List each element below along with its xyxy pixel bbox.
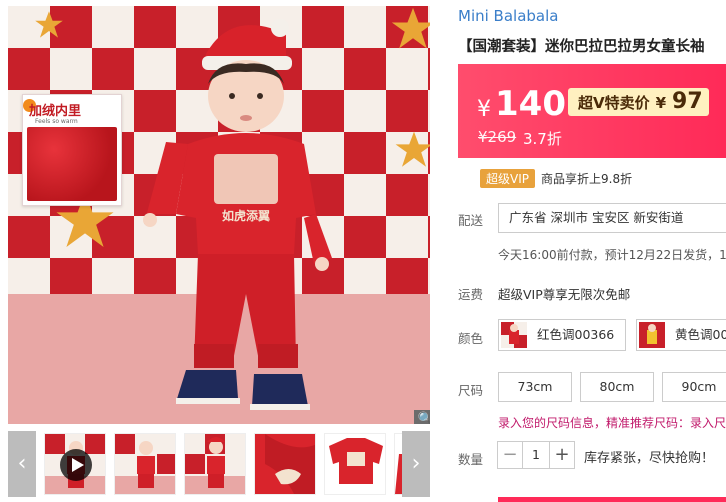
svip-price: 97 (672, 89, 703, 114)
stock-status: 库存紧张，尽快抢购！ (584, 451, 715, 466)
vip-discount-text: 商品享折上9.8折 (541, 172, 633, 186)
size-option[interactable]: 90cm (662, 372, 726, 402)
thumbnails-prev-button[interactable]: ‹ (8, 431, 36, 497)
thumbnail-image (255, 434, 315, 494)
quantity-input[interactable]: 1 (523, 441, 549, 469)
color-option-red[interactable]: 红色调00366 (498, 319, 626, 351)
shipping-label: 运费 (458, 287, 484, 302)
svip-currency: ¥ (655, 94, 667, 112)
thumbnail-image (185, 434, 245, 494)
buy-button-edge[interactable] (498, 497, 726, 502)
svip-price-tag: 超V特卖价 ¥97 (568, 88, 709, 116)
price-panel: ¥ 140 超V特卖价 ¥97 ¥269 3.7折 (458, 64, 726, 158)
play-video-icon[interactable] (60, 449, 92, 481)
size-label: 尺码 (458, 383, 484, 398)
delivery-label: 配送 (458, 213, 484, 228)
main-product-image[interactable]: 加绒内里 Feels so warm 如虎添翼 🔍 (8, 6, 430, 424)
fleece-fabric-swatch (27, 127, 117, 201)
discount-rate: 3.7折 (523, 130, 562, 148)
badge-title: 加绒内里 (29, 104, 82, 119)
thumbnail-video[interactable] (44, 433, 106, 495)
brand-link[interactable]: Mini Balabala (458, 7, 558, 25)
delivery-address-select[interactable]: 广东省 深圳市 宝安区 新安街道 (498, 203, 726, 233)
currency-symbol: ¥ (477, 97, 491, 122)
color-option-label: 黄色调00 (675, 327, 726, 342)
svip-label: 超V特卖价 (578, 94, 650, 112)
quantity-label: 数量 (458, 452, 484, 467)
quantity-decrease-button[interactable]: − (497, 441, 523, 469)
color-option-yellow[interactable]: 黄色调00 (636, 319, 726, 351)
size-option[interactable]: 80cm (580, 372, 654, 402)
thumbnail-item[interactable] (324, 433, 386, 495)
thumbnail-image (325, 434, 385, 494)
thumbnail-image (115, 434, 175, 494)
shirt-print-text: 如虎添翼 (222, 208, 270, 223)
star-decoration (35, 11, 63, 38)
current-price: 140 (495, 84, 566, 124)
product-page: 加绒内里 Feels so warm 如虎添翼 🔍 ‹ › Mini Balab… (0, 0, 726, 502)
child-model-figure: 如虎添翼 (143, 19, 332, 410)
thumbnail-strip: ‹ › (8, 431, 430, 497)
color-option-label: 红色调00366 (537, 327, 615, 342)
vip-badge[interactable]: 超级VIP (480, 169, 535, 188)
delivery-estimate: 今天16:00前付款，预计12月22日发货，12 (498, 248, 726, 262)
color-swatch-yellow (639, 322, 665, 348)
star-decoration (395, 131, 430, 167)
star-decoration (391, 7, 430, 49)
badge-subtitle: Feels so warm (35, 118, 78, 125)
thumbnail-item[interactable] (254, 433, 316, 495)
shipping-info: 超级VIP尊享无限次免邮 (498, 287, 631, 302)
original-price: ¥269 (478, 128, 517, 146)
color-swatch-red (501, 322, 527, 348)
size-recommendation-link[interactable]: 录入您的尺码信息，精准推荐尺码：录入尺 (498, 414, 726, 431)
thumbnail-item[interactable] (184, 433, 246, 495)
thumbnail-item[interactable] (114, 433, 176, 495)
color-label: 颜色 (458, 331, 484, 346)
size-option[interactable]: 73cm (498, 372, 572, 402)
vip-discount-row: 超级VIP 商品享折上9.8折 (480, 169, 632, 188)
zoom-icon[interactable]: 🔍 (414, 410, 430, 424)
quantity-increase-button[interactable]: + (549, 441, 575, 469)
fleece-lining-badge: 加绒内里 Feels so warm (22, 94, 122, 206)
thumbnails-next-button[interactable]: › (402, 431, 430, 497)
product-title: 【国潮套装】迷你巴拉巴拉男女童长袖 (458, 39, 705, 55)
